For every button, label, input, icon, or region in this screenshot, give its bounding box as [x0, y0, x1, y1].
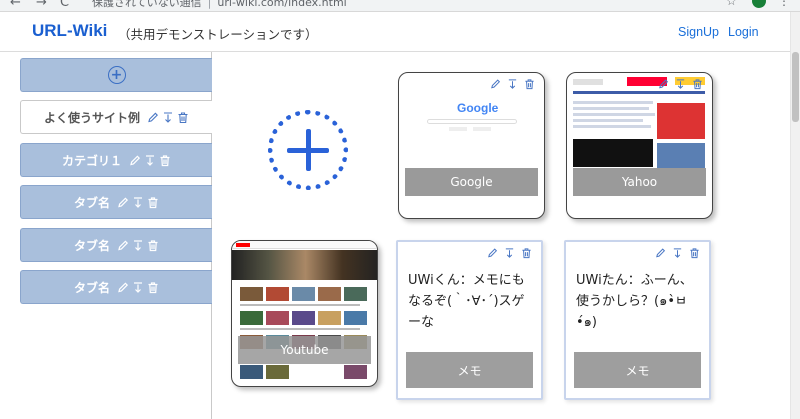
trash-icon[interactable] — [523, 77, 536, 91]
trash-icon[interactable] — [176, 110, 189, 124]
star-icon[interactable]: ☆ — [726, 0, 737, 8]
trash-icon[interactable] — [158, 153, 171, 167]
google-logo: Google — [457, 101, 499, 115]
arrow-down-icon[interactable] — [143, 153, 156, 167]
menu-icon[interactable]: ⋮ — [778, 0, 790, 8]
pencil-icon[interactable] — [489, 77, 502, 91]
pencil-icon[interactable] — [116, 280, 129, 294]
sidebar: + よく使うサイト例 カテゴリ１ タブ名 タブ名 タブ名 — [0, 52, 212, 419]
pencil-icon[interactable] — [116, 238, 129, 252]
trash-icon[interactable] — [520, 246, 533, 260]
trash-icon[interactable] — [691, 77, 704, 91]
scrollbar-thumb[interactable] — [792, 52, 799, 122]
pencil-icon[interactable] — [116, 195, 129, 209]
add-tab-button[interactable]: + — [20, 58, 212, 92]
memo-text: UWiくん：メモにもなるぞ(｀･∀･´)スゲーな — [408, 273, 525, 330]
plus-circle-icon: + — [107, 66, 126, 84]
card-toolbar — [487, 77, 536, 91]
security-warning: 保護されていない通信 — [92, 0, 202, 9]
url-text: url-wiki.com/index.html — [217, 0, 347, 9]
sidebar-item-label: よく使うサイト例 — [43, 110, 140, 125]
sidebar-item-tab-2[interactable]: タブ名 — [20, 228, 212, 262]
link-card-youtube[interactable]: Youtube — [231, 240, 378, 387]
scrollbar[interactable] — [790, 12, 800, 419]
card-toolbar — [655, 77, 704, 91]
sidebar-item-tab-1[interactable]: タブ名 — [20, 185, 212, 219]
browser-chrome: ← → C 保護されていない通信 | url-wiki.com/index.html… — [0, 0, 800, 12]
app-header: URL-Wiki （共用デモンストレーションです） SignUp Login — [0, 12, 790, 52]
memo-card-2[interactable]: UWiたん：ふーん、使うかしら？(๑•̀ㅂ•́๑) メモ — [564, 240, 711, 400]
card-caption: Google — [405, 168, 538, 196]
link-card-yahoo[interactable]: Yahoo — [566, 72, 713, 219]
arrow-down-icon[interactable] — [671, 246, 684, 260]
sidebar-item-tab-3[interactable]: タブ名 — [20, 270, 212, 304]
card-caption: メモ — [574, 352, 701, 388]
signup-link[interactable]: SignUp — [678, 25, 719, 39]
sidebar-item-label: タブ名 — [73, 195, 110, 210]
sidebar-item-label: カテゴリ１ — [61, 153, 122, 168]
sidebar-item-category1[interactable]: カテゴリ１ — [20, 143, 212, 177]
memo-text: UWiたん：ふーん、使うかしら？(๑•̀ㅂ•́๑) — [576, 273, 693, 330]
card-caption: Yahoo — [573, 168, 706, 196]
sidebar-item-label: タブ名 — [73, 238, 110, 253]
arrow-down-icon[interactable] — [131, 238, 144, 252]
pencil-icon[interactable] — [146, 110, 159, 124]
trash-icon[interactable] — [146, 238, 159, 252]
memo-card-1[interactable]: UWiくん：メモにもなるぞ(｀･∀･´)スゲーな メモ — [396, 240, 543, 400]
reload-icon[interactable]: C — [60, 0, 69, 10]
card-caption: Youtube — [238, 336, 371, 364]
link-card-google[interactable]: Google Google — [398, 72, 545, 219]
sidebar-item-favorites[interactable]: よく使うサイト例 — [20, 100, 212, 134]
trash-icon[interactable] — [146, 195, 159, 209]
pencil-icon[interactable] — [654, 246, 667, 260]
forward-icon[interactable]: → — [36, 0, 47, 10]
card-toolbar — [652, 246, 701, 260]
address-bar[interactable]: 保護されていない通信 | url-wiki.com/index.html — [92, 0, 347, 10]
page: ← → C 保護されていない通信 | url-wiki.com/index.html… — [0, 0, 800, 419]
arrow-down-icon[interactable] — [131, 195, 144, 209]
brand-logo[interactable]: URL-Wiki — [32, 21, 107, 41]
card-caption: メモ — [406, 352, 533, 388]
back-icon[interactable]: ← — [10, 0, 21, 10]
login-link[interactable]: Login — [728, 25, 759, 39]
thumbnail-searchbar — [427, 119, 517, 124]
arrow-down-icon[interactable] — [674, 77, 687, 91]
trash-icon[interactable] — [146, 280, 159, 294]
card-toolbar — [484, 246, 533, 260]
header-subtitle: （共用デモンストレーションです） — [118, 27, 318, 42]
youtube-thumbnail — [232, 241, 377, 386]
pencil-icon[interactable] — [657, 77, 670, 91]
arrow-down-icon[interactable] — [503, 246, 516, 260]
add-card-button[interactable] — [268, 110, 348, 190]
pencil-icon[interactable] — [486, 246, 499, 260]
trash-icon[interactable] — [688, 246, 701, 260]
arrow-down-icon[interactable] — [161, 110, 174, 124]
profile-avatar[interactable] — [752, 0, 766, 8]
arrow-down-icon[interactable] — [131, 280, 144, 294]
arrow-down-icon[interactable] — [506, 77, 519, 91]
pencil-icon[interactable] — [128, 153, 141, 167]
sidebar-item-label: タブ名 — [73, 280, 110, 295]
